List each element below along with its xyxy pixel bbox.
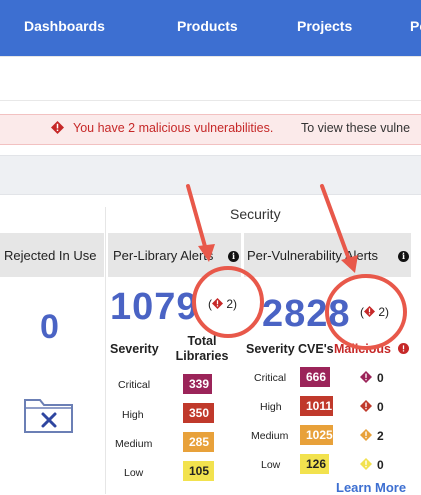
divider [0,100,421,101]
vuln-severity-critical: Critical [254,372,287,384]
vuln-severity-high: High [260,401,282,413]
lib-count-medium[interactable]: 285 [183,432,214,452]
rejected-in-use-value[interactable]: 0 [40,308,59,347]
low-malicious-icon [360,458,372,470]
lib-severity-high: High [122,409,144,421]
per-vulnerability-malicious[interactable]: ( 2) [360,305,389,319]
learn-more-link[interactable]: Learn More [336,480,406,495]
cves-label: CVE's [298,342,334,356]
per-library-total[interactable]: 1079 [110,286,199,329]
info-icon[interactable]: i [228,251,239,262]
vuln-malicious-critical[interactable]: 0 [377,371,384,385]
malicious-info-icon [398,343,409,354]
total-libraries-label: Total Libraries [175,334,229,363]
lib-severity-critical: Critical [118,379,151,391]
vuln-malicious-high[interactable]: 0 [377,400,384,414]
vuln-severity-medium: Medium [251,430,289,442]
panel-divider [105,207,106,494]
nav-projects[interactable]: Projects [297,18,352,34]
lib-severity-low: Low [124,467,144,479]
per-vulnerability-total[interactable]: 2828 [262,293,351,336]
vuln-count-critical[interactable]: 666 [300,367,330,387]
per-library-header: Per-Library Alerts [113,248,214,263]
nav-products[interactable]: Products [177,18,238,34]
per-library-malicious-count: 2 [226,297,234,311]
lib-count-low[interactable]: 105 [183,461,214,481]
medium-malicious-icon [360,429,372,441]
vuln-malicious-low[interactable]: 0 [377,458,384,472]
info-icon[interactable]: i [398,251,409,262]
malicious-label: Malicious [334,342,391,356]
vuln-severity-label: Severity [246,342,295,356]
section-header-band [0,155,421,195]
malicious-diamond-icon [212,298,223,309]
lib-count-critical[interactable]: 339 [183,374,212,394]
per-library-malicious[interactable]: ( 2) [208,297,237,311]
malicious-diamond-icon [364,306,375,317]
per-vulnerability-header: Per-Vulnerability Alerts [247,248,379,263]
nav-dashboards[interactable]: Dashboards [24,18,105,34]
nav-policies[interactable]: Po [410,18,421,34]
alert-message: You have 2 malicious vulnerabilities. [73,121,274,135]
folder-x-icon [24,399,73,433]
lib-count-high[interactable]: 350 [183,403,214,423]
vuln-severity-low: Low [261,459,281,471]
nav-divider [0,56,421,57]
vuln-malicious-medium[interactable]: 2 [377,429,384,443]
lib-severity-medium: Medium [115,438,153,450]
high-malicious-icon [360,400,372,412]
per-vulnerability-malicious-count: 2 [378,305,386,319]
library-severity-label: Severity [110,342,159,356]
rejected-in-use-header: Rejected In Use [4,248,97,263]
vuln-count-medium[interactable]: 1025 [300,425,333,445]
vuln-count-high[interactable]: 1011 [300,396,333,416]
security-title: Security [230,206,281,222]
vuln-count-low[interactable]: 126 [300,454,329,474]
warning-diamond-icon [51,121,64,134]
critical-malicious-icon [360,371,372,383]
alert-link-text[interactable]: To view these vulne [301,121,410,135]
